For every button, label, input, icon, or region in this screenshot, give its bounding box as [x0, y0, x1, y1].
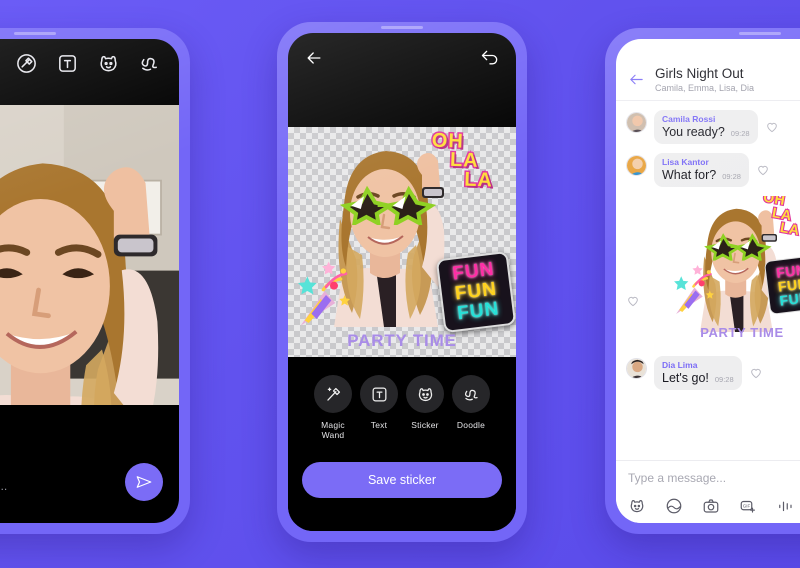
text-icon[interactable] [56, 52, 79, 75]
fun-fun-fun-sticker: FUN FUN FUN [435, 250, 516, 334]
like-heart-icon[interactable] [765, 120, 779, 134]
sticker-icon[interactable] [628, 497, 646, 515]
tool-label: Sticker [411, 420, 439, 430]
svg-text:GIF: GIF [743, 504, 751, 509]
ohlala-line-3: LA [778, 218, 800, 239]
phone-right-chat: Girls Night Out Camila, Emma, Lisa, Dia … [605, 28, 800, 534]
tool-row: Magic Wand Text Sticker Doodle [302, 375, 502, 440]
tool-label: Doodle [456, 420, 486, 430]
tool-sticker[interactable]: Sticker [402, 375, 448, 440]
tool-label: Text [370, 420, 388, 430]
gif-icon[interactable]: GIF [739, 497, 757, 515]
message-time: 09:28 [722, 172, 741, 181]
message-text: What for? [662, 168, 717, 182]
fun-fun-fun-sticker: FUN FUN FUN [763, 255, 800, 315]
phone-speaker [14, 32, 56, 35]
message-bubble: Lisa Kantor What for? 09:28 [654, 153, 749, 187]
editor-header [288, 33, 516, 83]
left-phone-screen: Add a description... [0, 39, 179, 523]
sticker-icon[interactable] [97, 52, 120, 75]
left-phone-toolbar [0, 39, 179, 87]
magic-wand-icon[interactable] [15, 52, 38, 75]
mid-phone-screen: OH LA LA FUN FUN FUN PARTY TIME Magic Wa… [288, 33, 516, 531]
camera-icon[interactable] [702, 497, 720, 515]
message-sender: Camila Rossi [662, 114, 716, 124]
chat-members: Camila, Emma, Lisa, Dia [655, 82, 755, 93]
message-composer: Type a message... GIF [616, 460, 800, 523]
doodle-icon [452, 375, 490, 413]
message-input[interactable]: Type a message... [628, 471, 800, 485]
sticker-canvas[interactable]: OH LA LA FUN FUN FUN PARTY TIME [288, 127, 516, 357]
image-icon[interactable] [665, 497, 683, 515]
phone-mid-editor: OH LA LA FUN FUN FUN PARTY TIME Magic Wa… [277, 22, 527, 542]
avatar [626, 112, 647, 133]
message-text: You ready? [662, 125, 725, 139]
sent-sticker[interactable]: OH LA LA FUN FUN FUN PARTY TIME [671, 196, 800, 346]
send-icon[interactable] [125, 463, 163, 501]
fun-line-3: FUN [456, 298, 501, 325]
save-sticker-button[interactable]: Save sticker [302, 462, 502, 498]
description-placeholder[interactable]: Add a description... [0, 481, 7, 493]
magic-wand-icon [314, 375, 352, 413]
message-sender: Lisa Kantor [662, 157, 709, 167]
phone-speaker [739, 32, 781, 35]
voice-icon[interactable] [776, 497, 794, 515]
tool-text[interactable]: Text [356, 375, 402, 440]
message-bubble: Camila Rossi You ready? 09:28 [654, 110, 758, 144]
right-phone-screen: Girls Night Out Camila, Emma, Lisa, Dia … [616, 39, 800, 523]
message-time: 09:28 [714, 375, 734, 384]
like-heart-icon[interactable] [626, 294, 640, 308]
fun-line-3: FUN [778, 289, 800, 309]
message-item: Dia Lima Let's go! 09:28 [616, 356, 800, 399]
back-arrow-icon[interactable] [628, 71, 645, 88]
message-sender: Dia Lima [662, 360, 698, 370]
party-popper-sticker [296, 259, 352, 328]
message-text: Let's go! [662, 371, 709, 385]
photo-subject [0, 105, 179, 405]
message-time: 09:28 [730, 129, 750, 138]
avatar [626, 155, 647, 176]
party-time-text: PARTY TIME [700, 325, 784, 340]
message-item: Lisa Kantor What for? 09:28 [616, 153, 800, 196]
phone-speaker [381, 26, 423, 29]
back-arrow-icon[interactable] [304, 48, 324, 68]
status-bar [616, 39, 800, 59]
party-time-text: PARTY TIME [347, 331, 457, 350]
message-list[interactable]: Camila Rossi You ready? 09:28 Lisa Kanto… [616, 101, 800, 460]
message-item: Camila Rossi You ready? 09:28 [616, 110, 800, 153]
sticker-icon [406, 375, 444, 413]
ohlala-line-3: LA [463, 167, 495, 193]
editor-spacer [288, 83, 516, 127]
chat-title: Girls Night Out [655, 66, 744, 82]
oh-la-la-sticker: OH LA LA [761, 196, 800, 240]
captured-photo [0, 87, 179, 437]
tool-doodle[interactable]: Doodle [448, 375, 494, 440]
like-heart-icon[interactable] [756, 163, 770, 177]
tool-label: Magic Wand [321, 420, 345, 440]
message-bubble: Dia Lima Let's go! 09:28 [654, 356, 742, 390]
chat-header: Girls Night Out Camila, Emma, Lisa, Dia [616, 59, 800, 101]
left-phone-footer: Add a description... [0, 437, 179, 523]
phone-left-capture: Add a description... [0, 28, 190, 534]
editor-tools: Magic Wand Text Sticker Doodle Save stic… [288, 357, 516, 531]
avatar [626, 358, 647, 379]
party-popper-sticker [672, 263, 716, 316]
undo-icon[interactable] [480, 48, 500, 68]
composer-icons: GIF [628, 497, 800, 515]
like-heart-icon[interactable] [749, 366, 763, 380]
text-icon [360, 375, 398, 413]
sticker-message: OH LA LA FUN FUN FUN PARTY TIME [616, 196, 800, 356]
tool-magic-wand[interactable]: Magic Wand [310, 375, 356, 440]
doodle-icon[interactable] [138, 52, 161, 75]
app-background: Add a description... [0, 0, 800, 568]
